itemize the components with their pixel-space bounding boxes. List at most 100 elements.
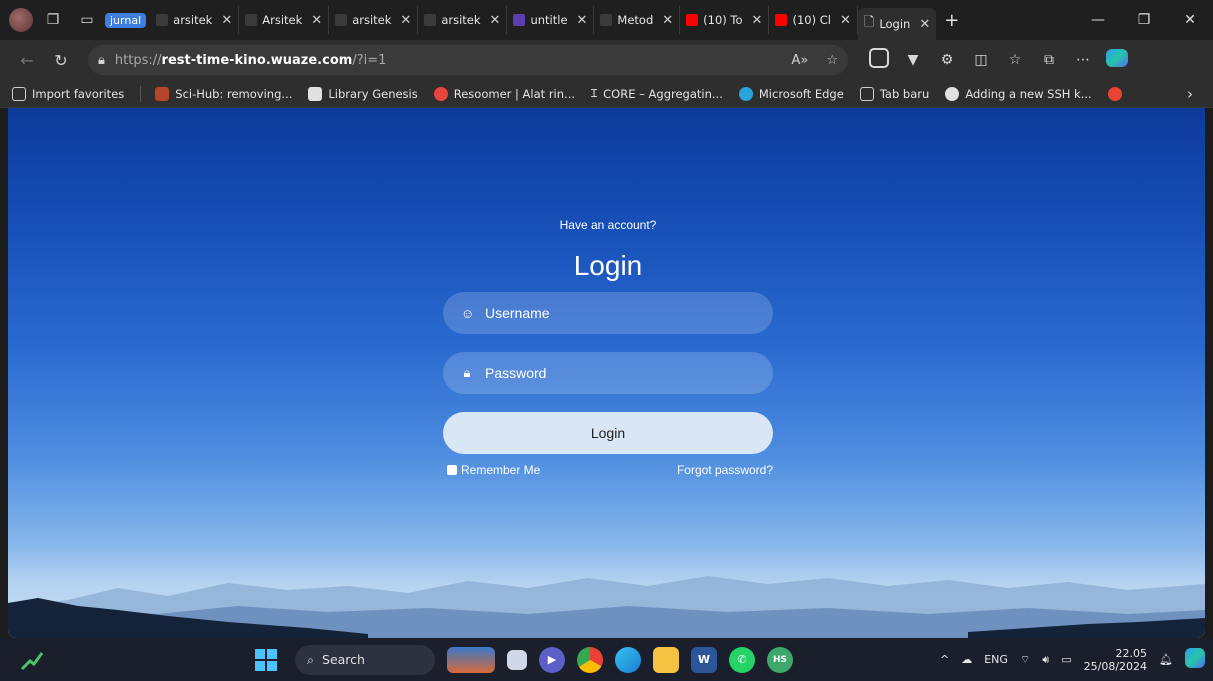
login-button[interactable]: Login <box>443 412 773 454</box>
address-actions: A» ☆ <box>791 53 838 68</box>
refresh-icon[interactable]: ↻ <box>44 51 78 70</box>
tab-arsitek-3[interactable]: arsitek ✕ <box>329 6 419 34</box>
username-input[interactable]: ☺ Username <box>443 292 773 334</box>
remember-me-checkbox[interactable] <box>447 465 457 475</box>
import-favorites-icon <box>12 86 26 101</box>
tab-youtube-1[interactable]: (10) To ✕ <box>680 6 770 34</box>
tab-youtube-2[interactable]: (10) Cl ✕ <box>769 6 858 34</box>
whatsapp-icon[interactable]: ✆ <box>729 646 755 673</box>
new-tab-icon[interactable]: + <box>944 10 959 31</box>
tab-metod[interactable]: Metod ✕ <box>594 6 681 34</box>
tab-arsitek-1[interactable]: arsitek ✕ <box>150 6 240 34</box>
search-favicon-icon <box>156 14 169 26</box>
tab-title: (10) Cl <box>792 13 831 27</box>
chevron-right-icon[interactable]: › <box>1187 85 1193 103</box>
divider <box>140 85 142 102</box>
login-options: Remember Me Forgot password? <box>443 463 773 477</box>
workspaces-icon[interactable]: ❐ <box>39 6 67 34</box>
close-tab-icon[interactable]: ✕ <box>662 13 673 28</box>
close-tab-icon[interactable]: ✕ <box>490 13 501 28</box>
lock-icon[interactable]: 🔒︎ <box>98 53 105 68</box>
favorite-edge[interactable]: Microsoft Edge <box>738 86 844 101</box>
url-host: rest-time-kino.wuaze.com <box>161 52 353 68</box>
taskbar-search[interactable]: ⌕ Search <box>295 644 435 675</box>
close-tab-icon[interactable]: ✕ <box>400 13 411 28</box>
favorite-libgen[interactable]: Library Genesis <box>308 86 418 101</box>
hs-app-icon[interactable]: HS <box>767 646 793 673</box>
read-aloud-icon[interactable]: A» <box>791 53 808 68</box>
meet-icon[interactable]: ▶ <box>539 646 565 673</box>
toolbar-icons: ▼ ⚙ ◫ ☆ ⧉ ⋯ <box>862 48 1134 72</box>
new-tab-page-icon <box>859 86 874 101</box>
tab-login-active[interactable]: 🗋 Login ✕ <box>857 8 937 40</box>
task-view-icon[interactable] <box>507 649 527 670</box>
favorite-scihub[interactable]: Sci-Hub: removing... <box>155 86 292 101</box>
tab-actions-icon[interactable]: ▭ <box>73 6 101 34</box>
clock[interactable]: 22.05 25/08/2024 <box>1084 647 1147 673</box>
wifi-icon[interactable]: ⌔ <box>1020 653 1030 667</box>
copilot-icon[interactable] <box>1100 49 1134 71</box>
tab-group-label: jurnal <box>105 12 147 28</box>
search-favicon-icon <box>245 14 258 26</box>
vpn-extension-icon[interactable]: ▼ <box>896 52 930 68</box>
search-favicon-icon <box>335 14 348 26</box>
favorite-label: CORE – Aggregatin... <box>603 86 723 101</box>
chrome-icon[interactable] <box>577 646 603 673</box>
close-tab-icon[interactable]: ✕ <box>221 13 232 28</box>
landscape-widget-icon[interactable] <box>447 646 495 673</box>
forgot-password-link[interactable]: Forgot password? <box>677 463 773 477</box>
onedrive-icon[interactable]: ☁ <box>961 653 972 666</box>
minimize-icon[interactable]: — <box>1075 12 1121 28</box>
address-bar[interactable]: 🔒︎ https:// rest-time-kino.wuaze.com /?i… <box>88 45 848 75</box>
tab-arsitek-2[interactable]: Arsitek ✕ <box>239 6 330 34</box>
back-icon[interactable]: ← <box>10 51 44 70</box>
word-icon[interactable]: W <box>691 646 717 673</box>
scihub-icon <box>155 86 170 101</box>
close-tab-icon[interactable]: ✕ <box>840 13 851 28</box>
file-explorer-icon[interactable] <box>653 646 679 673</box>
favorite-core[interactable]: Ɪ CORE – Aggregatin... <box>591 86 723 101</box>
close-tab-icon[interactable]: ✕ <box>752 13 763 28</box>
favorite-google[interactable] <box>1107 86 1122 101</box>
copilot-taskbar-icon[interactable] <box>1185 648 1205 671</box>
tab-untitled[interactable]: untitle ✕ <box>507 6 595 34</box>
tab-group-jurnal[interactable]: jurnal <box>101 6 150 34</box>
remember-me[interactable]: Remember Me <box>447 463 540 477</box>
remember-me-label: Remember Me <box>461 463 541 477</box>
volume-icon[interactable]: 🔊︎ <box>1042 653 1049 667</box>
widgets-button[interactable] <box>20 649 60 671</box>
extensions-icon[interactable]: ⚙ <box>930 52 964 68</box>
tab-arsitek-4[interactable]: arsitek ✕ <box>418 6 508 34</box>
profile-avatar[interactable] <box>9 8 33 32</box>
chevron-up-icon[interactable]: ^ <box>940 653 949 666</box>
favorite-import[interactable]: Import favorites <box>12 86 124 101</box>
notification-bell-icon[interactable]: 🔔︎ <box>1159 653 1173 666</box>
split-screen-icon[interactable]: ◫ <box>964 52 998 68</box>
extension-box-icon[interactable] <box>862 48 896 72</box>
youtube-icon <box>775 14 788 26</box>
tab-title: (10) To <box>703 13 743 27</box>
battery-icon[interactable]: ▭ <box>1061 653 1071 666</box>
mountain-landscape <box>8 576 1205 638</box>
restore-icon[interactable]: ❐ <box>1121 12 1167 28</box>
close-tab-icon[interactable]: ✕ <box>919 17 930 32</box>
favorite-star-icon[interactable]: ☆ <box>826 53 838 68</box>
favorite-github-ssh[interactable]: Adding a new SSH k... <box>945 86 1092 101</box>
favorite-resoomer[interactable]: Resoomer | Alat rin... <box>433 86 576 101</box>
favorite-label: Resoomer | Alat rin... <box>453 86 576 101</box>
edge-icon[interactable] <box>615 646 641 673</box>
more-menu-icon[interactable]: ⋯ <box>1066 52 1100 68</box>
favorites-icon[interactable]: ☆ <box>998 52 1032 68</box>
favorite-label: Adding a new SSH k... <box>965 86 1092 101</box>
password-input[interactable]: 🔒︎ Password <box>443 352 773 394</box>
tab-title: Arsitek <box>262 13 303 27</box>
collections-icon[interactable]: ⧉ <box>1032 52 1066 68</box>
language-indicator[interactable]: ENG <box>984 653 1008 666</box>
user-icon: ☺ <box>461 305 475 321</box>
close-window-icon[interactable]: ✕ <box>1167 12 1213 28</box>
start-windows-icon[interactable] <box>255 648 277 671</box>
page-viewport: Have an account? Login ☺ Username 🔒︎ Pas… <box>8 108 1205 638</box>
favorite-new-tab[interactable]: Tab baru <box>859 86 929 101</box>
close-tab-icon[interactable]: ✕ <box>311 13 322 28</box>
close-tab-icon[interactable]: ✕ <box>577 13 588 28</box>
